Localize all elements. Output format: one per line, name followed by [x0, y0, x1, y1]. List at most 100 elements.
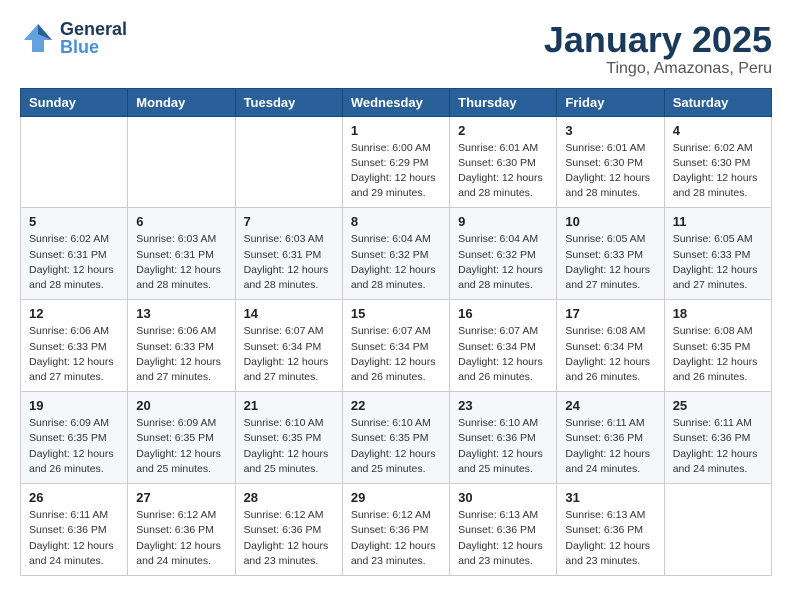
day-number: 19	[29, 398, 119, 413]
day-number: 18	[673, 306, 763, 321]
calendar-cell: 14 Sunrise: 6:07 AM Sunset: 6:34 PM Dayli…	[235, 300, 342, 392]
day-info: Sunrise: 6:11 AM Sunset: 6:36 PM Dayligh…	[29, 508, 119, 569]
calendar-cell: 22 Sunrise: 6:10 AM Sunset: 6:35 PM Dayli…	[342, 392, 449, 484]
weekday-header-monday: Monday	[128, 88, 235, 116]
day-number: 6	[136, 214, 226, 229]
day-number: 4	[673, 123, 763, 138]
calendar-cell: 28 Sunrise: 6:12 AM Sunset: 6:36 PM Dayli…	[235, 484, 342, 576]
day-info: Sunrise: 6:02 AM Sunset: 6:30 PM Dayligh…	[673, 141, 763, 202]
logo-text: General Blue	[60, 20, 127, 56]
calendar-cell	[664, 484, 771, 576]
day-number: 10	[565, 214, 655, 229]
calendar-cell: 6 Sunrise: 6:03 AM Sunset: 6:31 PM Daylig…	[128, 208, 235, 300]
calendar-cell: 4 Sunrise: 6:02 AM Sunset: 6:30 PM Daylig…	[664, 116, 771, 208]
calendar-cell: 12Sunrise: 6:06 AM Sunset: 6:33 PM Dayli…	[21, 300, 128, 392]
title-block: January 2025 Tingo, Amazonas, Peru	[544, 20, 772, 78]
calendar-table: SundayMondayTuesdayWednesdayThursdayFrid…	[20, 88, 772, 576]
day-number: 8	[351, 214, 441, 229]
day-info: Sunrise: 6:12 AM Sunset: 6:36 PM Dayligh…	[244, 508, 334, 569]
calendar-cell: 8 Sunrise: 6:04 AM Sunset: 6:32 PM Daylig…	[342, 208, 449, 300]
day-info: Sunrise: 6:03 AM Sunset: 6:31 PM Dayligh…	[244, 232, 334, 293]
weekday-header-row: SundayMondayTuesdayWednesdayThursdayFrid…	[21, 88, 772, 116]
day-info: Sunrise: 6:01 AM Sunset: 6:30 PM Dayligh…	[565, 141, 655, 202]
day-number: 11	[673, 214, 763, 229]
calendar-cell: 18Sunrise: 6:08 AM Sunset: 6:35 PM Dayli…	[664, 300, 771, 392]
day-number: 27	[136, 490, 226, 505]
weekday-header-saturday: Saturday	[664, 88, 771, 116]
day-number: 20	[136, 398, 226, 413]
calendar-cell	[21, 116, 128, 208]
calendar-cell: 27 Sunrise: 6:12 AM Sunset: 6:36 PM Dayli…	[128, 484, 235, 576]
calendar-cell: 24Sunrise: 6:11 AM Sunset: 6:36 PM Dayli…	[557, 392, 664, 484]
day-number: 16	[458, 306, 548, 321]
calendar-cell: 5 Sunrise: 6:02 AM Sunset: 6:31 PM Daylig…	[21, 208, 128, 300]
day-info: Sunrise: 6:13 AM Sunset: 6:36 PM Dayligh…	[565, 508, 655, 569]
week-row-1: 1 Sunrise: 6:00 AM Sunset: 6:29 PM Daylig…	[21, 116, 772, 208]
day-info: Sunrise: 6:05 AM Sunset: 6:33 PM Dayligh…	[673, 232, 763, 293]
day-number: 2	[458, 123, 548, 138]
day-info: Sunrise: 6:07 AM Sunset: 6:34 PM Dayligh…	[458, 324, 548, 385]
calendar-cell	[235, 116, 342, 208]
day-number: 29	[351, 490, 441, 505]
day-info: Sunrise: 6:01 AM Sunset: 6:30 PM Dayligh…	[458, 141, 548, 202]
day-info: Sunrise: 6:13 AM Sunset: 6:36 PM Dayligh…	[458, 508, 548, 569]
day-info: Sunrise: 6:09 AM Sunset: 6:35 PM Dayligh…	[136, 416, 226, 477]
calendar-cell: 2 Sunrise: 6:01 AM Sunset: 6:30 PM Daylig…	[450, 116, 557, 208]
calendar-cell: 15Sunrise: 6:07 AM Sunset: 6:34 PM Dayli…	[342, 300, 449, 392]
day-info: Sunrise: 6:00 AM Sunset: 6:29 PM Dayligh…	[351, 141, 441, 202]
day-number: 22	[351, 398, 441, 413]
page-header: General Blue January 2025 Tingo, Amazona…	[20, 20, 772, 78]
day-info: Sunrise: 6:04 AM Sunset: 6:32 PM Dayligh…	[458, 232, 548, 293]
day-info: Sunrise: 6:10 AM Sunset: 6:35 PM Dayligh…	[351, 416, 441, 477]
day-info: Sunrise: 6:04 AM Sunset: 6:32 PM Dayligh…	[351, 232, 441, 293]
day-info: Sunrise: 6:07 AM Sunset: 6:34 PM Dayligh…	[244, 324, 334, 385]
day-info: Sunrise: 6:12 AM Sunset: 6:36 PM Dayligh…	[136, 508, 226, 569]
day-number: 21	[244, 398, 334, 413]
day-number: 3	[565, 123, 655, 138]
calendar-subtitle: Tingo, Amazonas, Peru	[544, 60, 772, 78]
day-number: 17	[565, 306, 655, 321]
weekday-header-friday: Friday	[557, 88, 664, 116]
calendar-cell: 1 Sunrise: 6:00 AM Sunset: 6:29 PM Daylig…	[342, 116, 449, 208]
day-number: 14	[244, 306, 334, 321]
day-info: Sunrise: 6:02 AM Sunset: 6:31 PM Dayligh…	[29, 232, 119, 293]
weekday-header-sunday: Sunday	[21, 88, 128, 116]
calendar-cell: 21Sunrise: 6:10 AM Sunset: 6:35 PM Dayli…	[235, 392, 342, 484]
day-info: Sunrise: 6:07 AM Sunset: 6:34 PM Dayligh…	[351, 324, 441, 385]
day-number: 26	[29, 490, 119, 505]
day-info: Sunrise: 6:06 AM Sunset: 6:33 PM Dayligh…	[29, 324, 119, 385]
calendar-cell	[128, 116, 235, 208]
day-number: 31	[565, 490, 655, 505]
day-number: 1	[351, 123, 441, 138]
calendar-cell: 23Sunrise: 6:10 AM Sunset: 6:36 PM Dayli…	[450, 392, 557, 484]
day-info: Sunrise: 6:05 AM Sunset: 6:33 PM Dayligh…	[565, 232, 655, 293]
day-number: 5	[29, 214, 119, 229]
logo-general: General	[60, 20, 127, 38]
day-number: 28	[244, 490, 334, 505]
week-row-5: 26 Sunrise: 6:11 AM Sunset: 6:36 PM Dayli…	[21, 484, 772, 576]
day-number: 13	[136, 306, 226, 321]
weekday-header-thursday: Thursday	[450, 88, 557, 116]
calendar-cell: 25Sunrise: 6:11 AM Sunset: 6:36 PM Dayli…	[664, 392, 771, 484]
calendar-cell: 29 Sunrise: 6:12 AM Sunset: 6:36 PM Dayli…	[342, 484, 449, 576]
calendar-cell: 7Sunrise: 6:03 AM Sunset: 6:31 PM Daylig…	[235, 208, 342, 300]
day-info: Sunrise: 6:03 AM Sunset: 6:31 PM Dayligh…	[136, 232, 226, 293]
day-info: Sunrise: 6:12 AM Sunset: 6:36 PM Dayligh…	[351, 508, 441, 569]
weekday-header-wednesday: Wednesday	[342, 88, 449, 116]
calendar-cell: 3 Sunrise: 6:01 AM Sunset: 6:30 PM Daylig…	[557, 116, 664, 208]
day-info: Sunrise: 6:08 AM Sunset: 6:34 PM Dayligh…	[565, 324, 655, 385]
calendar-cell: 31 Sunrise: 6:13 AM Sunset: 6:36 PM Dayli…	[557, 484, 664, 576]
day-number: 25	[673, 398, 763, 413]
day-number: 9	[458, 214, 548, 229]
calendar-cell: 13 Sunrise: 6:06 AM Sunset: 6:33 PM Dayli…	[128, 300, 235, 392]
logo-blue: Blue	[60, 38, 127, 56]
day-info: Sunrise: 6:06 AM Sunset: 6:33 PM Dayligh…	[136, 324, 226, 385]
week-row-4: 19 Sunrise: 6:09 AM Sunset: 6:35 PM Dayli…	[21, 392, 772, 484]
calendar-cell: 11 Sunrise: 6:05 AM Sunset: 6:33 PM Dayli…	[664, 208, 771, 300]
day-info: Sunrise: 6:09 AM Sunset: 6:35 PM Dayligh…	[29, 416, 119, 477]
logo-bird-icon	[20, 20, 56, 56]
day-number: 24	[565, 398, 655, 413]
day-number: 23	[458, 398, 548, 413]
day-number: 30	[458, 490, 548, 505]
weekday-header-tuesday: Tuesday	[235, 88, 342, 116]
